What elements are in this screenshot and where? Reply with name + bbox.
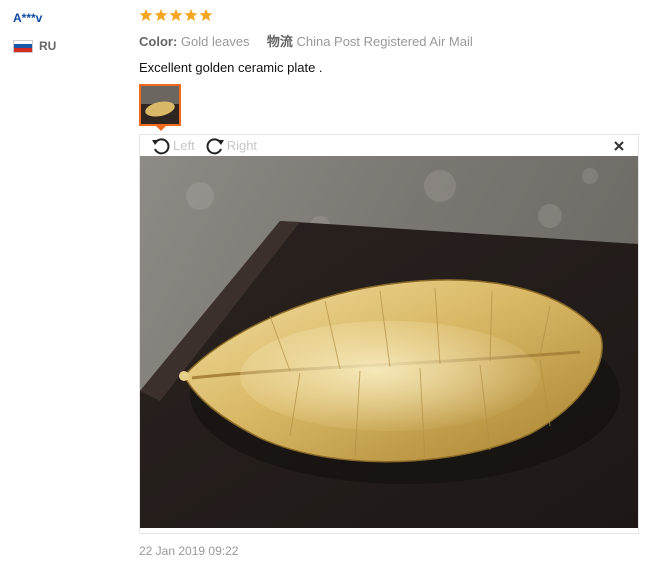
reviewer-name: A***v — [13, 11, 43, 25]
russia-flag-icon — [13, 39, 33, 53]
reviewer-info: A***v RU — [13, 10, 123, 53]
thumbnail-selected-caret — [155, 125, 167, 131]
review-meta: Color: Gold leaves 物流 China Post Registe… — [139, 33, 649, 50]
review-photo-thumbnail[interactable] — [139, 84, 181, 126]
star-icon — [169, 8, 183, 22]
review-content: Color: Gold leaves 物流 China Post Registe… — [139, 8, 649, 76]
review-timestamp: 22 Jan 2019 09:22 — [139, 544, 239, 558]
color-value: Gold leaves — [180, 34, 250, 49]
reviewer-country: RU — [13, 39, 123, 53]
rotate-left-button[interactable]: Left — [151, 135, 195, 156]
gold-leaf-plate-photo-icon — [140, 156, 638, 528]
rotate-left-label: Left — [173, 138, 195, 153]
country-code: RU — [39, 39, 57, 53]
star-rating — [139, 8, 649, 26]
viewer-toolbar: Left Right — [140, 135, 638, 156]
star-icon — [154, 8, 168, 22]
rotate-right-label: Right — [226, 138, 258, 153]
star-icon — [184, 8, 198, 22]
color-label: Color: — [139, 34, 178, 49]
photo-viewer: Left Right — [139, 134, 639, 534]
shipping-label: 物流 — [266, 34, 293, 49]
shipping-value: China Post Registered Air Mail — [296, 34, 473, 49]
rotate-right-button[interactable]: Right — [205, 135, 257, 156]
star-icon — [139, 8, 153, 22]
rotate-right-icon — [206, 137, 224, 154]
star-icon — [199, 8, 213, 22]
review-photo-large — [140, 156, 638, 528]
close-icon[interactable] — [612, 139, 626, 153]
review-text: Excellent golden ceramic plate . — [139, 60, 323, 75]
rotate-left-icon — [152, 137, 170, 154]
